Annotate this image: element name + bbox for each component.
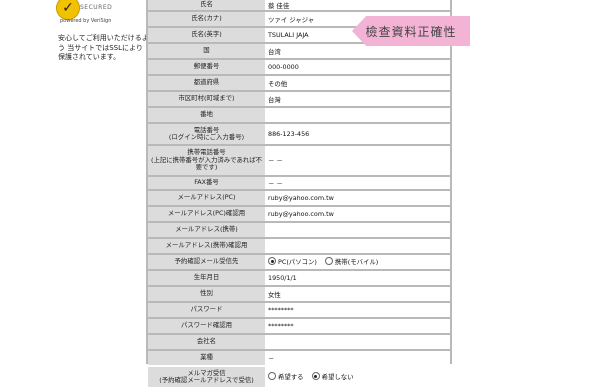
value-country: 台湾 (265, 44, 450, 58)
label-street: 番地 (148, 108, 265, 122)
label-phone: 電話番号 (ログイン時にご入力番号) (148, 124, 265, 144)
radio-newsletter-yes-label: 希望する (278, 372, 304, 381)
ssl-note: 安心してご利用いただけるよう 当サイトではSSLにより 保護されています。 (58, 34, 149, 61)
table-row: 性別 女性 (148, 287, 450, 301)
table-row: パスワード確認用 ******** (148, 319, 450, 333)
table-row: 予約確認メール受信先 PC(パソコン) 携帯(モバイル) (148, 255, 450, 269)
badge-text: SECURED (80, 4, 113, 11)
radio-button-checked[interactable] (311, 372, 320, 381)
table-row: メールアドレス(携帯) (148, 223, 450, 237)
table-row: 会社名 (148, 335, 450, 349)
radio-button-unchecked[interactable] (324, 257, 333, 266)
label-industry: 業種 (148, 351, 265, 365)
value-industry: － (265, 351, 450, 365)
badge-powered-by: powered by VeriSign (60, 18, 112, 24)
table-row: 生年月日 1950/1/1 (148, 271, 450, 285)
label-city: 市区町村(町域まで) (148, 92, 265, 106)
left-column: ✓ SECURED powered by VeriSign 安心してご利用いただ… (0, 0, 150, 364)
label-mobile: 携帯電話番号 (上記に携帯番号が入力済みであれば不要です) (148, 146, 265, 175)
label-name-english: 氏名(英字) (148, 28, 265, 42)
value-company (265, 335, 450, 349)
table-row: 番地 (148, 108, 450, 122)
label-country: 国 (148, 44, 265, 58)
value-street (265, 108, 450, 122)
table-row: FAX番号 － － (148, 177, 450, 189)
checkmark-icon: ✓ (56, 0, 80, 20)
table-row: 都道府県 その他 (148, 76, 450, 90)
reservation-mail-radio-group: PC(パソコン) 携帯(モバイル) (265, 255, 450, 269)
label-email-mobile: メールアドレス(携帯) (148, 223, 265, 237)
label-birthdate: 生年月日 (148, 271, 265, 285)
label-password: パスワード (148, 303, 265, 317)
value-email-pc: ruby@yahoo.com.tw (265, 191, 450, 205)
table-row: 国 台湾 (148, 44, 450, 58)
value-fax: － － (265, 177, 450, 189)
label-email-pc: メールアドレス(PC) (148, 191, 265, 205)
table-row: メルマガ受信 (予約確認メールアドレスで受信) 希望する 希望しない (148, 367, 450, 387)
value-birthdate: 1950/1/1 (265, 271, 450, 285)
label-password-confirm: パスワード確認用 (148, 319, 265, 333)
value-email-pc-confirm: ruby@yahoo.com.tw (265, 207, 450, 221)
label-gender: 性別 (148, 287, 265, 301)
radio-newsletter-yes[interactable]: 希望する (268, 372, 304, 381)
table-row: 携帯電話番号 (上記に携帯番号が入力済みであれば不要です) － － (148, 146, 450, 175)
table-row: 業種 － (148, 351, 450, 365)
value-postal-code: 000-0000 (265, 60, 450, 74)
radio-pc[interactable]: PC(パソコン) (268, 257, 317, 266)
value-phone: 886-123-456 (265, 124, 450, 144)
label-postal-code: 郵便番号 (148, 60, 265, 74)
table-row: メールアドレス(PC)確認用 ruby@yahoo.com.tw (148, 207, 450, 221)
radio-newsletter-no-label: 希望しない (321, 372, 354, 381)
label-fax: FAX番号 (148, 177, 265, 189)
radio-button-checked[interactable] (268, 257, 276, 266)
label-company: 会社名 (148, 335, 265, 349)
table-row: 氏名 蔡 佳佳 (148, 0, 450, 10)
label-prefecture: 都道府県 (148, 76, 265, 90)
value-prefecture: その他 (265, 76, 450, 90)
table-row: パスワード ******** (148, 303, 450, 317)
value-email-mobile-confirm (265, 239, 450, 253)
table-row: メールアドレス(PC) ruby@yahoo.com.tw (148, 191, 450, 205)
table-row: 郵便番号 000-0000 (148, 60, 450, 74)
annotation-tag: 檢查資料正確性 (352, 16, 470, 46)
radio-newsletter-no[interactable]: 希望しない (311, 372, 354, 381)
value-name: 蔡 佳佳 (265, 0, 450, 10)
label-email-mobile-confirm: メールアドレス(携帯)確認用 (148, 239, 265, 253)
table-row: メールアドレス(携帯)確認用 (148, 239, 450, 253)
table-row: 市区町村(町域まで) 台灣 (148, 92, 450, 106)
table-row: 電話番号 (ログイン時にご入力番号) 886-123-456 (148, 124, 450, 144)
confirmation-table: 氏名 蔡 佳佳 氏名(カナ) ツァイ ジャジャ 氏名(英字) TSULALI J… (148, 0, 450, 389)
radio-pc-label: PC(パソコン) (278, 257, 317, 266)
value-city: 台灣 (265, 92, 450, 106)
value-email-mobile (265, 223, 450, 237)
label-email-pc-confirm: メールアドレス(PC)確認用 (148, 207, 265, 221)
value-password: ******** (265, 303, 450, 317)
label-name: 氏名 (148, 0, 265, 10)
radio-button-unchecked[interactable] (268, 372, 276, 381)
value-gender: 女性 (265, 287, 450, 301)
value-mobile: － － (265, 146, 450, 175)
radio-mobile[interactable]: 携帯(モバイル) (324, 257, 379, 266)
label-name-kana: 氏名(カナ) (148, 12, 265, 26)
label-newsletter: メルマガ受信 (予約確認メールアドレスで受信) (148, 367, 265, 387)
label-reservation-mail: 予約確認メール受信先 (148, 255, 265, 269)
value-password-confirm: ******** (265, 319, 450, 333)
radio-mobile-label: 携帯(モバイル) (334, 257, 379, 266)
newsletter-radio-group: 希望する 希望しない (265, 367, 450, 387)
verisign-secured-badge[interactable]: ✓ SECURED powered by VeriSign (56, 0, 118, 24)
